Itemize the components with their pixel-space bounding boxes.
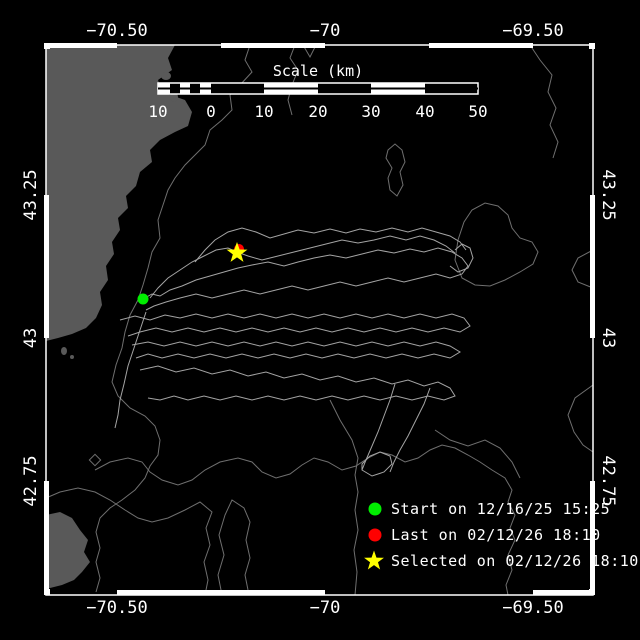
map-canvas[interactable]: Scale (km) 10 0 10 20 30 40 50: [0, 0, 640, 640]
legend-item-last: Last on 02/12/26 18:10: [369, 526, 601, 544]
legend-label-start: Start on 12/16/25 15:25: [391, 500, 610, 518]
scale-bar-title: Scale (km): [273, 62, 363, 80]
island: [161, 72, 171, 80]
start-position-marker[interactable]: [138, 294, 149, 305]
last-legend-circle-icon: [369, 529, 382, 542]
lat-label-right: 43.25: [598, 169, 618, 220]
lon-label-bottom: −69.50: [502, 598, 563, 618]
lon-label-bottom: −70: [310, 598, 341, 618]
legend-label-selected: Selected on 02/12/26 18:10: [391, 552, 639, 570]
island: [61, 347, 67, 355]
lat-label-left: 42.75: [21, 455, 41, 506]
legend-item-start: Start on 12/16/25 15:25: [369, 500, 611, 518]
lon-label-bottom: −70.50: [86, 598, 147, 618]
lon-label-top: −69.50: [502, 21, 563, 41]
track-map-window: Scale (km) 10 0 10 20 30 40 50: [0, 0, 640, 640]
scale-tick-label: 10: [254, 102, 273, 121]
scale-tick-label: 0: [206, 102, 216, 121]
lon-label-top: −70: [310, 21, 341, 41]
map-legend: Start on 12/16/25 15:25 Last on 02/12/26…: [364, 500, 639, 570]
lat-label-left: 43: [21, 328, 41, 348]
lat-label-right: 43: [598, 328, 618, 348]
scale-tick-label: 40: [415, 102, 434, 121]
lat-label-right: 42.75: [598, 455, 618, 506]
start-legend-circle-icon: [369, 503, 382, 516]
lon-label-top: −70.50: [86, 21, 147, 41]
lat-label-left: 43.25: [21, 169, 41, 220]
scale-tick-label: 50: [468, 102, 487, 121]
island: [70, 355, 74, 359]
scale-tick-label: 30: [361, 102, 380, 121]
legend-label-last: Last on 02/12/26 18:10: [391, 526, 601, 544]
scale-tick-label: 20: [308, 102, 327, 121]
scale-tick-label: 10: [148, 102, 167, 121]
legend-item-selected: Selected on 02/12/26 18:10: [364, 551, 639, 570]
